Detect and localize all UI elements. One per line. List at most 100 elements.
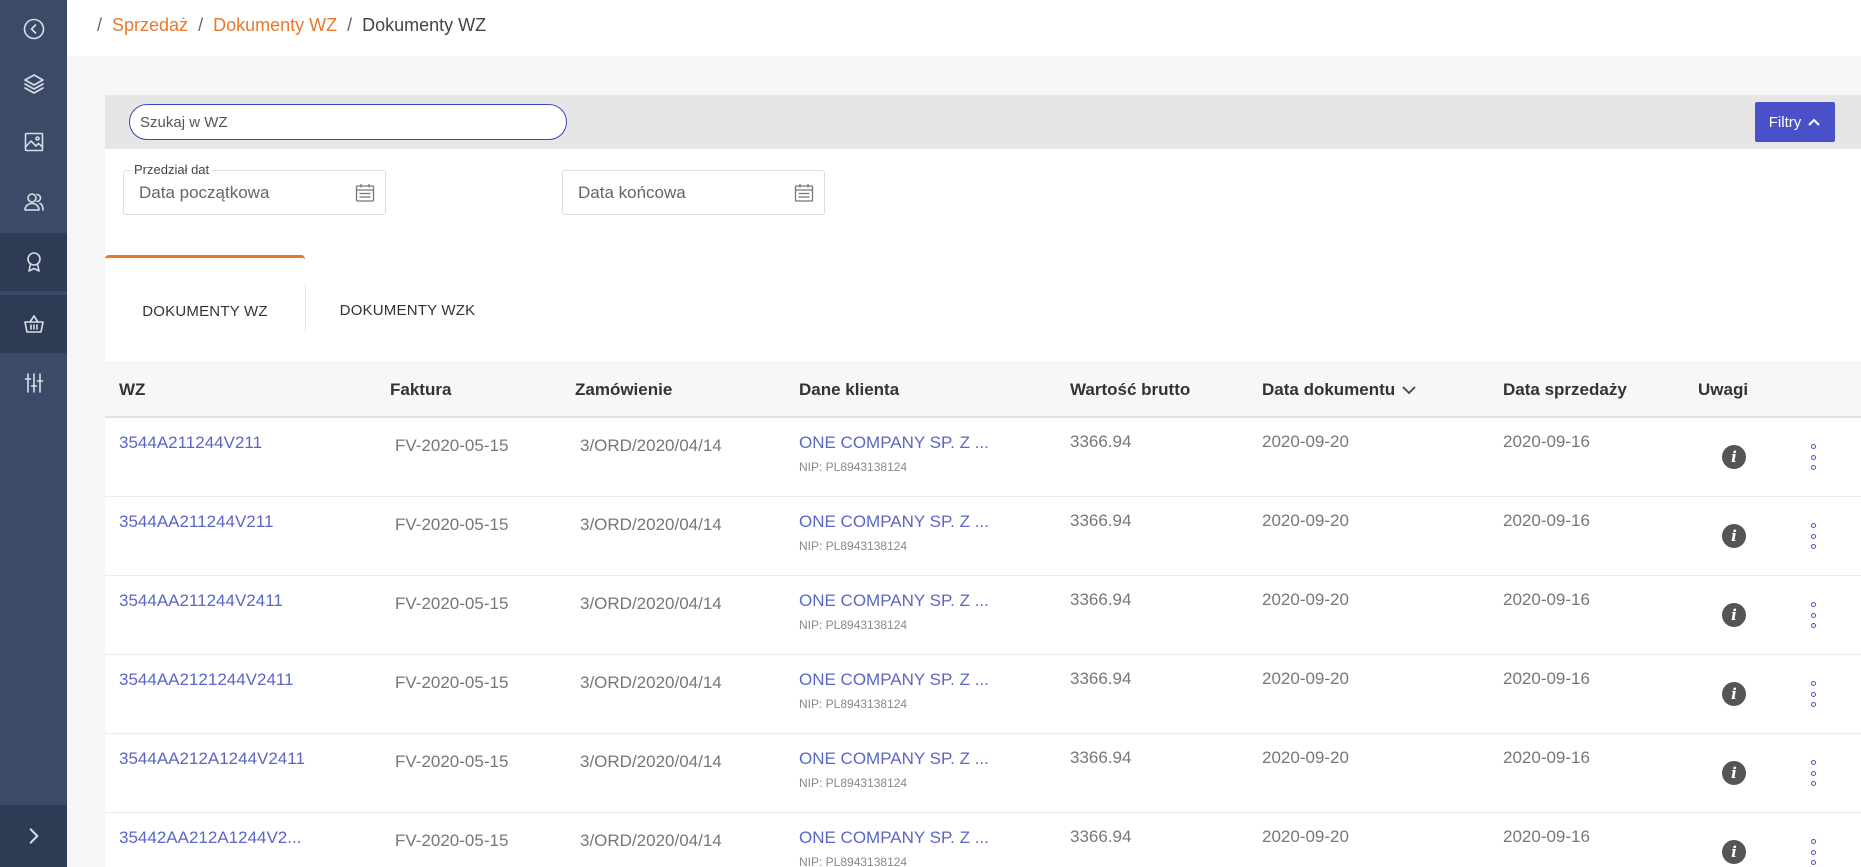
gross-value-cell: 3366.94 xyxy=(1070,827,1132,846)
more-options-icon[interactable] xyxy=(1808,444,1818,470)
end-date-input[interactable] xyxy=(578,181,778,205)
breadcrumb: / Sprzedaż / Dokumenty WZ / Dokumenty WZ xyxy=(97,15,487,36)
filters-label: Filtry xyxy=(1768,113,1802,131)
document-date-cell: 2020-09-20 xyxy=(1262,432,1349,451)
info-icon[interactable]: i xyxy=(1722,682,1746,706)
info-icon[interactable]: i xyxy=(1722,603,1746,627)
sale-date-cell: 2020-09-16 xyxy=(1503,511,1590,530)
wz-number-link[interactable]: 35442AA212A1244V2... xyxy=(119,828,301,848)
breadcrumb-sales[interactable]: Sprzedaż xyxy=(112,15,188,36)
more-options-icon[interactable] xyxy=(1808,839,1818,865)
sliders-icon xyxy=(24,373,43,393)
client-nip: NIP: PL8943138124 xyxy=(799,697,908,711)
column-header-document-date-label: Data dokumentu xyxy=(1262,379,1396,399)
sidebar xyxy=(0,0,67,867)
table-row[interactable]: 3544A211244V211 FV-2020-05-15 3/ORD/2020… xyxy=(105,418,1861,497)
client-name-link[interactable]: ONE COMPANY SP. Z ... xyxy=(799,828,989,848)
sidebar-expand-button[interactable] xyxy=(0,805,67,867)
invoice-cell: FV-2020-05-15 xyxy=(395,752,509,771)
gross-value-cell: 3366.94 xyxy=(1070,669,1132,688)
order-cell: 3/ORD/2020/04/14 xyxy=(580,752,722,771)
document-date-cell: 2020-09-20 xyxy=(1262,590,1349,609)
breadcrumb-wz-documents[interactable]: Dokumenty WZ xyxy=(213,15,337,36)
users-icon xyxy=(23,193,44,211)
wz-number-link[interactable]: 3544AA212A1244V2411 xyxy=(119,749,305,769)
chevron-up-icon xyxy=(1808,118,1820,126)
column-header-notes: Uwagi xyxy=(1698,379,1749,399)
search-input[interactable] xyxy=(129,104,567,140)
client-name-link[interactable]: ONE COMPANY SP. Z ... xyxy=(799,591,989,611)
date-range-label: Przedział dat xyxy=(131,162,213,177)
info-icon[interactable]: i xyxy=(1722,761,1746,785)
invoice-cell: FV-2020-05-15 xyxy=(395,673,509,692)
invoice-cell: FV-2020-05-15 xyxy=(395,831,509,850)
client-name-link[interactable]: ONE COMPANY SP. Z ... xyxy=(799,670,989,690)
table-row[interactable]: 3544AA211244V211 FV-2020-05-15 3/ORD/202… xyxy=(105,497,1861,576)
sidebar-item-media[interactable] xyxy=(0,113,67,171)
sort-chevron-down-icon xyxy=(1402,385,1416,394)
sidebar-item-sales[interactable] xyxy=(0,295,67,353)
chevron-right-icon xyxy=(29,828,38,844)
info-icon[interactable]: i xyxy=(1722,840,1746,864)
column-header-wz[interactable]: WZ xyxy=(119,361,145,418)
sale-date-cell: 2020-09-16 xyxy=(1503,590,1590,609)
back-circle-icon xyxy=(23,18,44,40)
column-header-invoice[interactable]: Faktura xyxy=(390,361,451,418)
sidebar-item-clients[interactable] xyxy=(0,173,67,231)
award-icon xyxy=(26,252,41,272)
invoice-cell: FV-2020-05-15 xyxy=(395,594,509,613)
table-row[interactable]: 3544AA212A1244V2411 FV-2020-05-15 3/ORD/… xyxy=(105,734,1861,813)
more-options-icon[interactable] xyxy=(1808,523,1818,549)
column-header-gross-value[interactable]: Wartość brutto xyxy=(1070,361,1190,418)
client-name-link[interactable]: ONE COMPANY SP. Z ... xyxy=(799,749,989,769)
client-name-link[interactable]: ONE COMPANY SP. Z ... xyxy=(799,433,989,453)
client-name-link[interactable]: ONE COMPANY SP. Z ... xyxy=(799,512,989,532)
sidebar-item-layers[interactable] xyxy=(0,55,67,113)
order-cell: 3/ORD/2020/04/14 xyxy=(580,831,722,850)
info-icon[interactable]: i xyxy=(1722,524,1746,548)
layers-icon xyxy=(23,74,44,94)
column-header-order[interactable]: Zamówienie xyxy=(575,361,672,418)
document-tabs: DOKUMENTY WZ DOKUMENTY WZK xyxy=(105,255,1861,365)
sale-date-cell: 2020-09-16 xyxy=(1503,432,1590,451)
gross-value-cell: 3366.94 xyxy=(1070,511,1132,530)
more-options-icon[interactable] xyxy=(1808,681,1818,707)
sidebar-item-back[interactable] xyxy=(0,0,67,58)
end-date-field[interactable] xyxy=(562,170,825,215)
topbar: / Sprzedaż / Dokumenty WZ / Dokumenty WZ xyxy=(67,0,1861,56)
gross-value-cell: 3366.94 xyxy=(1070,590,1132,609)
column-header-document-date[interactable]: Data dokumentu xyxy=(1262,361,1417,418)
order-cell: 3/ORD/2020/04/14 xyxy=(580,673,722,692)
column-header-sale-date[interactable]: Data sprzedaży xyxy=(1503,361,1627,418)
order-cell: 3/ORD/2020/04/14 xyxy=(580,436,722,455)
order-cell: 3/ORD/2020/04/14 xyxy=(580,594,722,613)
table-header: WZ Faktura Zamówienie Dane klienta Warto… xyxy=(105,361,1861,418)
calendar-icon[interactable] xyxy=(355,183,375,203)
calendar-icon[interactable] xyxy=(794,183,814,203)
sale-date-cell: 2020-09-16 xyxy=(1503,748,1590,767)
more-options-icon[interactable] xyxy=(1808,760,1818,786)
wz-number-link[interactable]: 3544AA211244V211 xyxy=(119,512,273,532)
sidebar-item-settings[interactable] xyxy=(0,354,67,412)
search-bar: Filtry xyxy=(105,95,1861,149)
image-icon xyxy=(24,132,43,152)
column-header-client[interactable]: Dane klienta xyxy=(799,361,899,418)
table-row[interactable]: 3544AA211244V2411 FV-2020-05-15 3/ORD/20… xyxy=(105,576,1861,655)
start-date-input[interactable] xyxy=(139,181,339,205)
tab-wzk-documents[interactable]: DOKUMENTY WZK xyxy=(306,255,509,365)
client-nip: NIP: PL8943138124 xyxy=(799,776,908,790)
tab-wz-documents[interactable]: DOKUMENTY WZ xyxy=(105,255,305,365)
document-date-cell: 2020-09-20 xyxy=(1262,748,1349,767)
more-options-icon[interactable] xyxy=(1808,602,1818,628)
table-row[interactable]: 3544AA2121244V2411 FV-2020-05-15 3/ORD/2… xyxy=(105,655,1861,734)
order-cell: 3/ORD/2020/04/14 xyxy=(580,515,722,534)
gross-value-cell: 3366.94 xyxy=(1070,432,1132,451)
wz-number-link[interactable]: 3544AA211244V2411 xyxy=(119,591,283,611)
info-icon[interactable]: i xyxy=(1722,445,1746,469)
sidebar-item-loyalty[interactable] xyxy=(0,233,67,291)
table-row[interactable]: 35442AA212A1244V2... FV-2020-05-15 3/ORD… xyxy=(105,813,1861,867)
filters-button[interactable]: Filtry xyxy=(1755,102,1835,142)
wz-number-link[interactable]: 3544A211244V211 xyxy=(119,433,262,453)
wz-number-link[interactable]: 3544AA2121244V2411 xyxy=(119,670,294,690)
document-date-cell: 2020-09-20 xyxy=(1262,511,1349,530)
